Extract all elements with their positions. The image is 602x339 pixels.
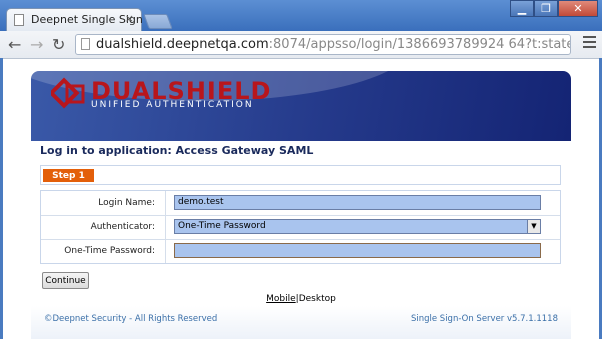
step-indicator: Step 1 bbox=[40, 165, 561, 185]
login-form: Login Name: demo.test Authenticator: One… bbox=[40, 190, 561, 264]
browser-tab[interactable]: Deepnet Single Sign On × bbox=[6, 8, 162, 31]
step-badge: Step 1 bbox=[43, 169, 94, 182]
window-controls: ▁ ❐ ✕ bbox=[510, 0, 598, 19]
page-icon bbox=[81, 38, 90, 50]
url-text: dualshield.deepnetqa.com:8074/appsso/log… bbox=[96, 37, 570, 52]
address-bar[interactable]: dualshield.deepnetqa.com:8074/appsso/log… bbox=[75, 34, 571, 55]
mobile-link[interactable]: Mobile bbox=[266, 294, 296, 304]
otp-label: One-Time Password: bbox=[41, 239, 166, 263]
maximize-button[interactable]: ❐ bbox=[534, 0, 558, 17]
continue-button[interactable]: Continue bbox=[42, 272, 89, 289]
browser-toolbar: ← → ↻ dualshield.deepnetqa.com:8074/apps… bbox=[0, 31, 602, 59]
forward-arrow-icon[interactable]: → bbox=[30, 35, 43, 54]
authenticator-value: One-Time Password bbox=[178, 221, 266, 231]
browser-titlebar: Deepnet Single Sign On × ▁ ❐ ✕ bbox=[0, 0, 602, 31]
authenticator-row: Authenticator: One-Time Password ▼ bbox=[41, 215, 560, 240]
tab-title: Deepnet Single Sign On bbox=[31, 13, 162, 26]
authenticator-select[interactable]: One-Time Password ▼ bbox=[174, 219, 541, 234]
login-name-input[interactable]: demo.test bbox=[174, 195, 541, 210]
copyright-text: ©Deepnet Security - All Rights Reserved bbox=[44, 314, 218, 324]
version-text: Single Sign-On Server v5.7.1.1118 bbox=[410, 314, 558, 324]
new-tab-button[interactable] bbox=[143, 14, 173, 29]
logo-subtitle: UNIFIED AUTHENTICATION bbox=[91, 100, 254, 110]
dualshield-banner: DUALSHIELD UNIFIED AUTHENTICATION bbox=[31, 71, 571, 141]
minimize-button[interactable]: ▁ bbox=[510, 0, 534, 17]
tab-close-icon[interactable]: × bbox=[125, 12, 134, 25]
page-favicon-icon bbox=[14, 14, 24, 26]
authenticator-label: Authenticator: bbox=[41, 215, 166, 239]
desktop-link[interactable]: Desktop bbox=[299, 294, 336, 304]
close-window-button[interactable]: ✕ bbox=[558, 0, 598, 17]
otp-input[interactable] bbox=[174, 243, 541, 258]
login-name-row: Login Name: demo.test bbox=[41, 191, 560, 216]
otp-row: One-Time Password: bbox=[41, 239, 560, 263]
view-mode-links: Mobile|Desktop bbox=[0, 294, 602, 304]
dropdown-arrow-icon[interactable]: ▼ bbox=[527, 220, 540, 233]
browser-menu-icon[interactable] bbox=[583, 36, 596, 51]
back-arrow-icon[interactable]: ← bbox=[8, 35, 21, 54]
reload-icon[interactable]: ↻ bbox=[52, 35, 65, 54]
login-name-label: Login Name: bbox=[41, 191, 166, 215]
url-rest: :8074/appsso/login/1386693789924 64?t:st… bbox=[268, 37, 570, 52]
page-title: Log in to application: Access Gateway SA… bbox=[40, 144, 314, 157]
dualshield-logo-icon bbox=[51, 77, 85, 109]
url-host: dualshield.deepnetqa.com bbox=[96, 37, 269, 52]
